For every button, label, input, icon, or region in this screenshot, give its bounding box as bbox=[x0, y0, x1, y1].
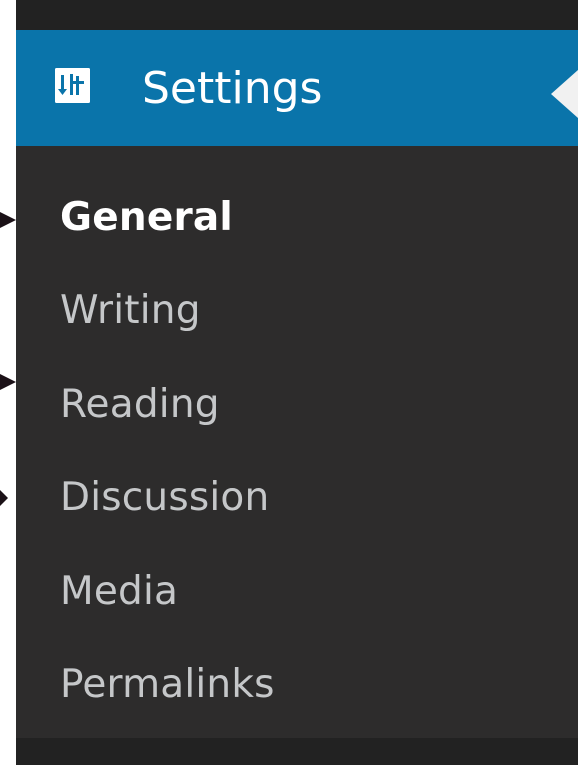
active-menu-notch-icon bbox=[551, 70, 578, 118]
menu-top-bar bbox=[16, 0, 578, 30]
submenu-item-discussion[interactable]: Discussion bbox=[60, 474, 269, 522]
settings-admin-menu: Settings General Writing Reading Discuss… bbox=[16, 0, 578, 765]
settings-menu-header[interactable]: Settings bbox=[16, 30, 578, 146]
settings-menu-title: Settings bbox=[142, 63, 323, 114]
submenu-item-writing[interactable]: Writing bbox=[60, 287, 201, 335]
submenu-item-media[interactable]: Media bbox=[60, 568, 178, 616]
settings-sliders-icon bbox=[55, 68, 90, 103]
settings-menu-screenshot: Settings General Writing Reading Discuss… bbox=[0, 0, 578, 765]
settings-submenu: General Writing Reading Discussion Media… bbox=[16, 146, 578, 738]
annotation-arrow-icon bbox=[0, 490, 8, 506]
annotation-arrow-icon bbox=[0, 374, 16, 390]
annotation-arrow-icon bbox=[0, 212, 16, 228]
menu-bottom-bar bbox=[16, 738, 578, 765]
submenu-item-permalinks[interactable]: Permalinks bbox=[60, 661, 275, 709]
submenu-item-general[interactable]: General bbox=[60, 194, 233, 242]
submenu-item-reading[interactable]: Reading bbox=[60, 381, 220, 429]
